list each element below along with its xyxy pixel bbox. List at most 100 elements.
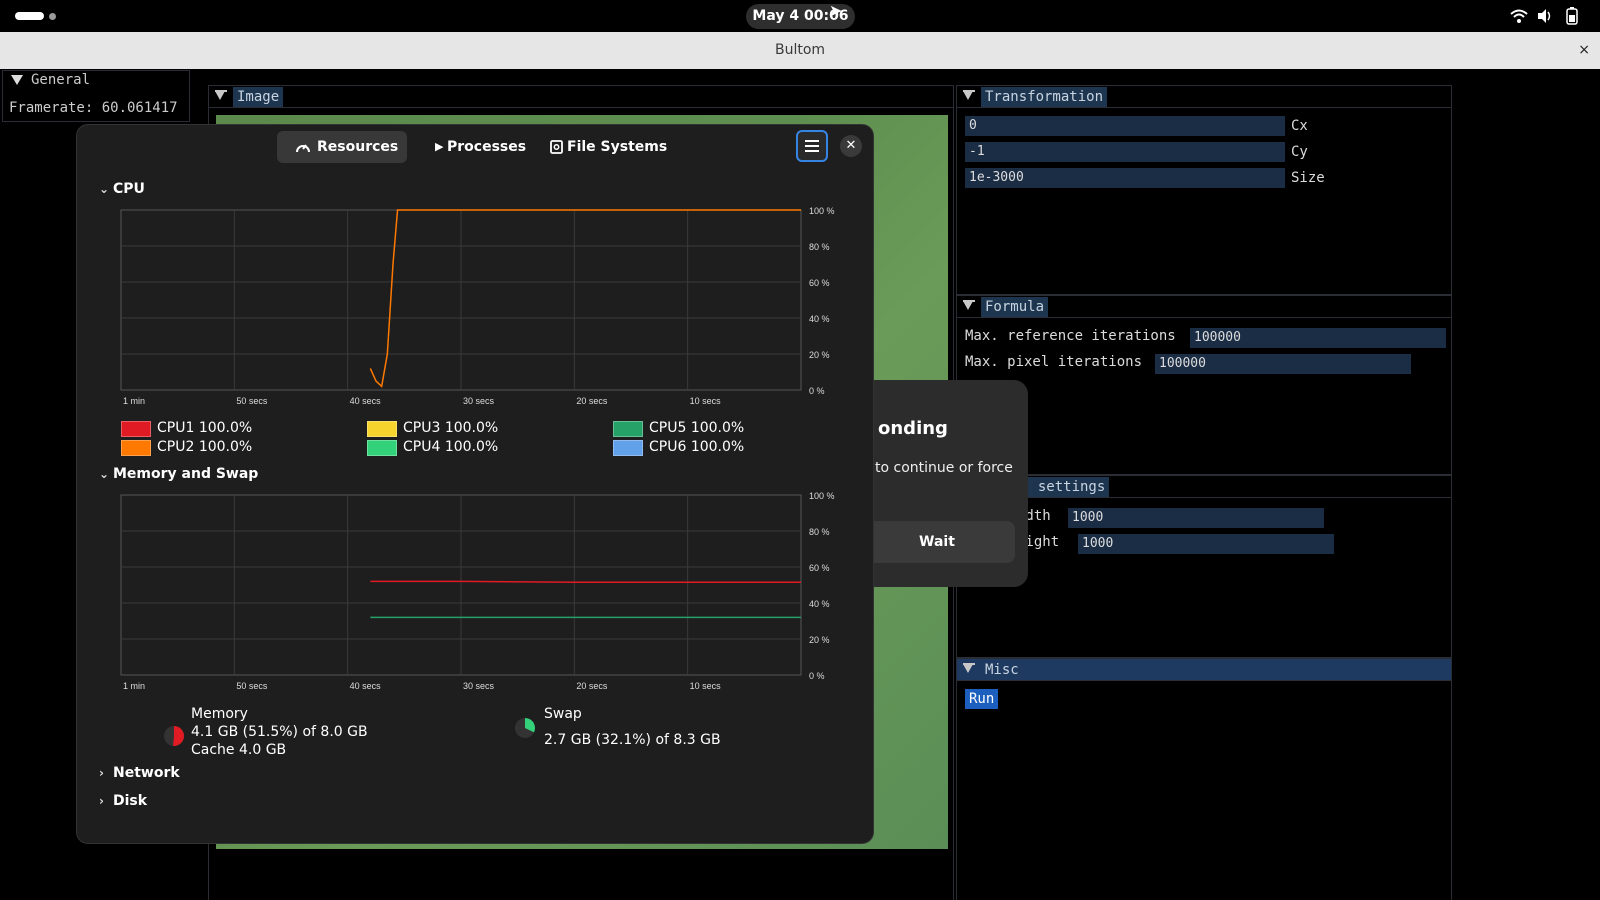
- memory-usage: 4.1 GB (51.5%) of 8.0 GB: [191, 724, 368, 740]
- memory-pie-icon: [164, 726, 184, 746]
- size-input[interactable]: 1e-3000: [965, 168, 1285, 188]
- cx-input[interactable]: 0: [965, 116, 1285, 136]
- tab-file-systems-label: File Systems: [567, 139, 668, 155]
- play-icon: ▶: [435, 140, 444, 153]
- collapse-triangle-icon[interactable]: [11, 75, 23, 85]
- memory-section-label: Memory and Swap: [113, 466, 259, 482]
- collapse-bar-icon: [963, 90, 975, 92]
- memory-info: Memory 4.1 GB (51.5%) of 8.0 GB Cache 4.…: [191, 705, 368, 759]
- collapse-triangle-icon[interactable]: [963, 664, 973, 673]
- disk-section-label: Disk: [113, 793, 148, 809]
- memory-cache: Cache 4.0 GB: [191, 742, 287, 758]
- chevron-down-icon: ⌄: [99, 467, 110, 481]
- workspace-dot[interactable]: [49, 13, 56, 20]
- transformation-window[interactable]: Transformation 0 Cx -1 Cy 1e-3000 Size: [956, 85, 1452, 295]
- output-settings-window[interactable]: t settings idth 1000 eight 1000: [956, 475, 1452, 658]
- y-tick-label: 0 %: [809, 671, 825, 681]
- max-pixel-iterations-input[interactable]: 100000: [1155, 354, 1411, 374]
- network-section-header[interactable]: › Network: [99, 765, 180, 781]
- disk-icon: [550, 140, 563, 154]
- general-window[interactable]: General Framerate: 60.061417: [2, 70, 190, 122]
- memory-chart: 1 min 50 secs 40 secs 30 secs 20 secs 10 secs…: [120, 491, 835, 691]
- misc-title: Misc: [981, 660, 1023, 680]
- cy-label: Cy: [1291, 144, 1308, 160]
- main-menu-button[interactable]: [796, 130, 828, 162]
- y-tick-label: 100 %: [809, 206, 835, 216]
- activities-indicator[interactable]: [15, 12, 44, 20]
- system-monitor-window[interactable]: Resources ▶ Processes File Systems ✕ ⌄ CP…: [76, 124, 874, 844]
- cpu-legend-label: CPU5 100.0%: [649, 420, 745, 436]
- width-input[interactable]: 1000: [1068, 508, 1324, 528]
- tab-processes[interactable]: ▶ Processes: [417, 131, 527, 163]
- gauge-icon: [296, 144, 310, 153]
- y-tick-label: 60 %: [809, 563, 830, 573]
- close-window-button[interactable]: ×: [1578, 32, 1590, 69]
- chevron-down-icon: ⌄: [99, 182, 110, 196]
- collapse-triangle-icon[interactable]: [963, 91, 973, 100]
- tab-processes-label: Processes: [447, 139, 527, 155]
- cy-input[interactable]: -1: [965, 142, 1285, 162]
- cpu-section-label: CPU: [113, 181, 145, 197]
- formula-window[interactable]: Formula Max. reference iterations 100000…: [956, 295, 1452, 475]
- collapse-bar-icon: [963, 300, 975, 302]
- memory-title: Memory: [191, 706, 248, 722]
- x-tick-label: 1 min: [123, 681, 145, 691]
- x-tick-label: 20 secs: [576, 396, 608, 406]
- tab-file-systems[interactable]: File Systems: [537, 131, 677, 163]
- window-title: Bultom: [774, 42, 826, 58]
- collapse-triangle-icon[interactable]: [963, 301, 973, 310]
- mouse-cursor-icon: ➤: [829, 1, 843, 20]
- memory-section-header[interactable]: ⌄ Memory and Swap: [99, 466, 258, 482]
- formula-title: Formula: [981, 297, 1049, 317]
- tab-resources[interactable]: Resources: [277, 131, 407, 163]
- cpu-section-header[interactable]: ⌄ CPU: [99, 181, 145, 197]
- chevron-right-icon: ›: [99, 766, 104, 780]
- wifi-icon[interactable]: [1509, 6, 1529, 26]
- transformation-title: Transformation: [981, 87, 1108, 107]
- cpu-chart: 1 min 50 secs 40 secs 30 secs 20 secs 10 secs…: [120, 206, 835, 406]
- battery-icon[interactable]: [1562, 6, 1582, 26]
- image-window-titlebar: Image: [209, 86, 953, 108]
- y-tick-label: 60 %: [809, 278, 830, 288]
- dialog-title: onding: [878, 418, 948, 439]
- cpu-legend-swatch[interactable]: [367, 421, 397, 437]
- y-tick-label: 40 %: [809, 314, 830, 324]
- x-tick-label: 10 secs: [690, 396, 722, 406]
- max-ref-iterations-label: Max. reference iterations: [965, 328, 1176, 344]
- x-tick-label: 50 secs: [236, 396, 268, 406]
- size-label: Size: [1291, 170, 1325, 186]
- y-tick-label: 100 %: [809, 491, 835, 501]
- misc-titlebar: Misc: [957, 659, 1451, 681]
- swap-pie-icon: [515, 718, 535, 738]
- collapse-bar-icon: [963, 663, 975, 665]
- x-tick-label: 20 secs: [576, 681, 608, 691]
- close-icon[interactable]: ✕: [840, 135, 862, 157]
- max-pixel-iterations-label: Max. pixel iterations: [965, 354, 1143, 370]
- y-tick-label: 80 %: [809, 242, 830, 252]
- volume-icon[interactable]: [1535, 6, 1555, 26]
- hamburger-icon: [805, 140, 819, 142]
- cpu-legend-label: CPU3 100.0%: [403, 420, 499, 436]
- x-tick-label: 30 secs: [463, 681, 495, 691]
- output-settings-titlebar: t settings: [957, 476, 1451, 498]
- x-tick-label: 50 secs: [236, 681, 268, 691]
- general-window-title: General: [31, 72, 91, 88]
- run-button[interactable]: Run: [965, 689, 999, 709]
- framerate-text: Framerate: 60.061417: [9, 100, 178, 116]
- y-tick-label: 20 %: [809, 635, 830, 645]
- disk-section-header[interactable]: › Disk: [99, 793, 147, 809]
- cpu-legend-swatch[interactable]: [613, 421, 643, 437]
- window-titlebar: Bultom ×: [0, 32, 1600, 69]
- cpu-legend-swatch[interactable]: [613, 440, 643, 456]
- cpu-legend-swatch[interactable]: [121, 421, 151, 437]
- network-section-label: Network: [113, 765, 180, 781]
- height-input[interactable]: 1000: [1078, 534, 1334, 554]
- max-ref-iterations-input[interactable]: 100000: [1190, 328, 1446, 348]
- collapse-triangle-icon[interactable]: [215, 91, 225, 100]
- collapse-bar-icon: [215, 90, 227, 92]
- cpu-legend-swatch[interactable]: [121, 440, 151, 456]
- misc-window[interactable]: Misc Run: [956, 658, 1452, 900]
- x-tick-label: 40 secs: [350, 681, 382, 691]
- x-tick-label: 1 min: [123, 396, 145, 406]
- cpu-legend-swatch[interactable]: [367, 440, 397, 456]
